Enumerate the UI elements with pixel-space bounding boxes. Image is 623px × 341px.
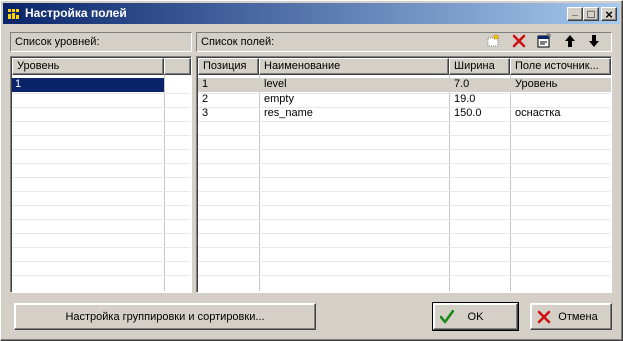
column-header-name[interactable]: Наименование — [259, 58, 449, 75]
field-properties-button[interactable] — [534, 32, 554, 50]
checkmark-icon — [440, 310, 454, 324]
field-name: res_name — [264, 107, 313, 119]
field-name: level — [264, 78, 287, 90]
arrow-down-icon — [589, 35, 599, 47]
cancel-label: Отмена — [558, 310, 598, 323]
field-width: 150.0 — [454, 107, 482, 119]
levels-grid[interactable]: Уровень 1 — [10, 56, 192, 293]
levels-panel-label: Список уровней: — [15, 36, 100, 48]
properties-icon — [537, 33, 551, 48]
field-position: 2 — [202, 93, 209, 105]
minimize-icon: _ — [572, 5, 578, 17]
column-header-position[interactable]: Позиция — [198, 58, 259, 75]
close-button[interactable]: × — [601, 7, 617, 21]
cancel-button[interactable]: Отмена — [530, 303, 612, 330]
settings-window: Настройка полей _ □ × Список уровней: Ур… — [0, 0, 623, 341]
delete-icon — [512, 34, 526, 48]
new-field-button[interactable] — [483, 32, 503, 50]
column-header-empty — [164, 58, 191, 75]
levels-panel-header: Список уровней: — [10, 32, 192, 52]
minimize-button[interactable]: _ — [567, 5, 583, 21]
new-icon — [487, 34, 500, 47]
ok-label: OK — [467, 310, 484, 323]
field-width: 19.0 — [454, 93, 476, 105]
field-name: empty — [264, 93, 294, 105]
field-source: Уровень — [515, 78, 558, 90]
field-position: 1 — [202, 78, 209, 90]
maximize-icon: □ — [587, 7, 595, 21]
close-icon: × — [605, 6, 613, 22]
column-header-source[interactable]: Поле источник... — [510, 58, 611, 75]
field-width: 7.0 — [454, 78, 470, 90]
fields-panel-label: Список полей: — [201, 36, 275, 48]
column-header-width[interactable]: Ширина — [449, 58, 510, 75]
title-bar[interactable]: Настройка полей _ □ × — [3, 3, 620, 24]
move-up-button[interactable] — [560, 32, 580, 50]
ok-button[interactable]: OK — [432, 302, 519, 331]
fields-grid[interactable]: Позиция Наименование Ширина Поле источни… — [196, 56, 612, 293]
window-title: Настройка полей — [25, 6, 127, 20]
delete-field-button[interactable] — [509, 32, 529, 50]
cancel-icon — [537, 310, 551, 324]
grouping-sorting-label: Настройка группировки и сортировки... — [65, 310, 265, 323]
maximize-button[interactable]: □ — [583, 7, 599, 21]
arrow-up-icon — [565, 35, 575, 47]
app-icon — [7, 7, 21, 21]
grouping-sorting-button[interactable]: Настройка группировки и сортировки... — [14, 303, 316, 330]
field-source: оснастка — [515, 107, 561, 119]
field-position: 3 — [202, 107, 209, 119]
column-header-level[interactable]: Уровень — [12, 58, 164, 75]
move-down-button[interactable] — [584, 32, 604, 50]
field-source — [515, 93, 609, 107]
level-cell: 1 — [15, 78, 22, 90]
